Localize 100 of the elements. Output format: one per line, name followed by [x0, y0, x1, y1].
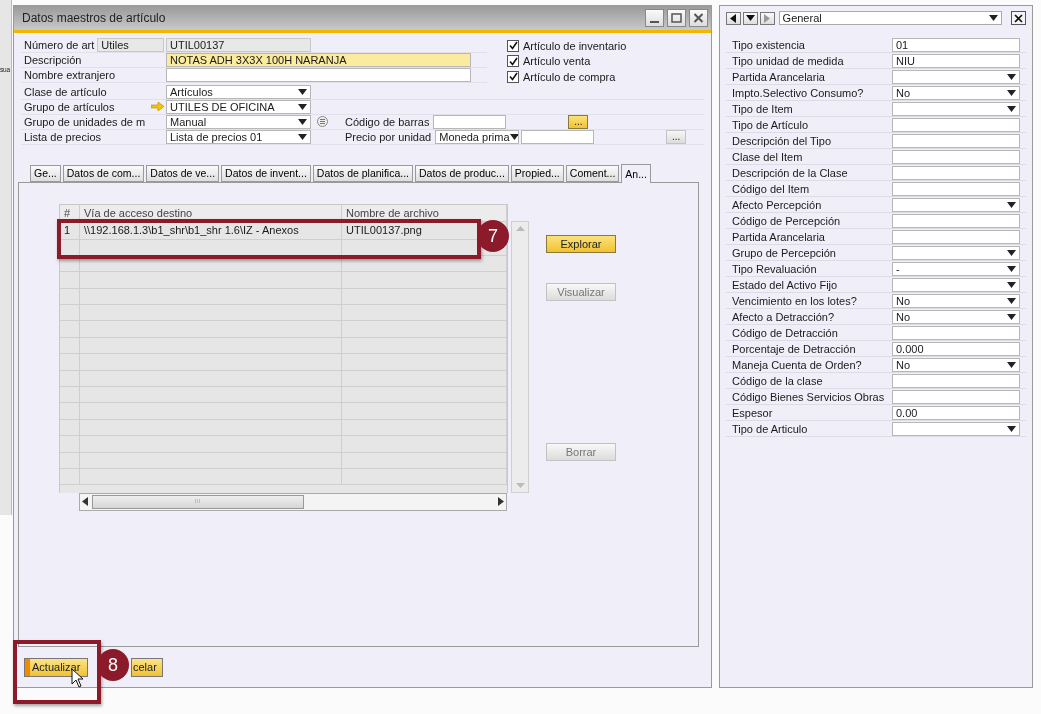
field-label: Código de Detracción	[732, 326, 839, 339]
input-field[interactable]: Utiles	[97, 38, 164, 52]
column-header: #	[60, 204, 80, 221]
checkbox[interactable]	[507, 70, 519, 83]
tab[interactable]: Ge...	[30, 164, 61, 182]
vertical-scrollbar[interactable]	[511, 220, 529, 493]
tab[interactable]: Datos de produc...	[415, 164, 509, 182]
tab[interactable]: Datos de com...	[62, 164, 145, 182]
right-triangle-icon	[764, 13, 771, 23]
close-icon	[1014, 13, 1024, 23]
caret-icon	[989, 15, 999, 21]
dropdown[interactable]: No	[892, 85, 1020, 100]
close-icon	[693, 13, 704, 23]
field-label: Número de art	[24, 38, 95, 52]
checkbox-label: Artículo de compra	[523, 70, 616, 83]
close-button[interactable]	[689, 9, 708, 27]
field-label: Descripción	[23, 54, 83, 66]
field-label: Código de la clase	[732, 374, 824, 387]
input-field[interactable]	[166, 68, 471, 82]
checkbox-label: Artículo de inventario	[523, 39, 627, 52]
next-button[interactable]	[759, 11, 775, 25]
field-label: Estado del Activo Fijo	[732, 278, 839, 291]
input-field[interactable]	[892, 181, 1020, 196]
field-label: Partida Arancelaria	[732, 70, 826, 83]
footer-button[interactable]: celar	[131, 657, 163, 677]
dropdown-button[interactable]	[742, 11, 758, 25]
scroll-left-icon[interactable]	[82, 497, 88, 506]
caret-icon	[1007, 201, 1016, 208]
checkbox[interactable]	[507, 55, 519, 68]
field-label: Partida Arancelaria	[732, 230, 826, 243]
field-label: Código de barras	[345, 115, 430, 128]
dropdown[interactable]: No	[892, 293, 1020, 308]
checkbox[interactable]	[507, 39, 519, 52]
input-field[interactable]	[892, 213, 1020, 228]
input-field[interactable]	[892, 373, 1020, 388]
dropdown[interactable]	[892, 69, 1020, 84]
input-field[interactable]	[892, 165, 1020, 180]
dropdown[interactable]	[892, 245, 1020, 260]
input-field[interactable]: NIU	[892, 53, 1020, 68]
field-label: Afecto a Detracción?	[732, 310, 836, 323]
scrollbar-thumb[interactable]	[92, 494, 304, 509]
tab[interactable]: Datos de ve...	[146, 164, 220, 182]
close-button[interactable]	[1011, 11, 1026, 25]
input-field[interactable]: NOTAS ADH 3X3X 100H NARANJA	[166, 53, 471, 67]
scroll-up-icon[interactable]	[515, 225, 525, 231]
field-label: Impto.Selectivo Consumo?	[732, 86, 865, 99]
tab[interactable]: Datos de invent...	[221, 164, 311, 182]
down-triangle-icon	[745, 15, 755, 21]
maximize-icon	[671, 13, 682, 23]
field-label: Tipo unidad de medida	[732, 54, 845, 67]
field-label: Descripción del Tipo	[732, 134, 833, 147]
tab[interactable]: Propied...	[510, 164, 564, 182]
dropdown[interactable]: No	[892, 309, 1020, 324]
input-field[interactable]	[892, 149, 1020, 164]
minimize-button[interactable]	[645, 9, 664, 27]
input-field[interactable]	[892, 325, 1020, 340]
link-arrow-icon[interactable]	[151, 102, 164, 111]
info-list-icon[interactable]	[317, 116, 328, 127]
input-field[interactable]	[892, 117, 1020, 132]
category-dropdown[interactable]: General	[778, 11, 1003, 25]
dropdown[interactable]: Artículos	[166, 84, 311, 99]
tab[interactable]: An...	[621, 163, 651, 183]
window-title: Datos maestros de artículo	[22, 11, 167, 25]
field-label: Precio por unidad	[345, 130, 432, 143]
input-field[interactable]	[892, 389, 1020, 404]
dropdown[interactable]: -	[892, 261, 1020, 276]
field-label: Tipo Revaluación	[732, 262, 818, 275]
tab[interactable]: Coment...	[565, 164, 620, 182]
caret-icon	[1007, 361, 1016, 368]
input-field[interactable]: 01	[892, 37, 1020, 52]
field-label: Tipo de Item	[732, 102, 794, 115]
field-label: Nombre extranjero	[23, 69, 117, 81]
dropdown[interactable]	[892, 421, 1020, 436]
maximize-button[interactable]	[667, 9, 686, 27]
column-header: Nombre de archivo	[342, 204, 508, 221]
input-field[interactable]: UTIL00137	[166, 38, 311, 52]
action-button[interactable]: Explorar	[546, 234, 616, 253]
field-label: Grupo de artículos	[24, 100, 115, 113]
input-field[interactable]: 0.00	[892, 405, 1020, 420]
field-label: Clase del Item	[732, 150, 804, 163]
field-label: Vencimiento en los lotes?	[732, 294, 858, 307]
field-label: Maneja Cuenta de Orden?	[732, 358, 863, 371]
input-field[interactable]	[892, 229, 1020, 244]
field-label: Porcentaje de Detracción	[732, 342, 857, 355]
left-triangle-icon	[730, 13, 737, 23]
scroll-right-icon[interactable]	[498, 497, 504, 506]
checkbox-label: Artículo venta	[523, 55, 591, 68]
tab[interactable]: Datos de planifica...	[312, 164, 414, 182]
previous-button[interactable]	[726, 11, 741, 25]
dropdown[interactable]	[892, 101, 1020, 116]
dropdown[interactable]	[892, 197, 1020, 212]
dropdown[interactable]: No	[892, 357, 1020, 372]
dropdown[interactable]	[892, 277, 1020, 292]
caret-icon	[509, 133, 519, 140]
input-field[interactable]: 0.000	[892, 341, 1020, 356]
column-header: Vía de acceso destino	[80, 204, 342, 221]
footer-button[interactable]: Actualizar	[24, 657, 88, 677]
scroll-down-icon[interactable]	[515, 482, 525, 488]
field-label: Tipo existencia	[732, 38, 806, 51]
input-field[interactable]	[892, 133, 1020, 148]
